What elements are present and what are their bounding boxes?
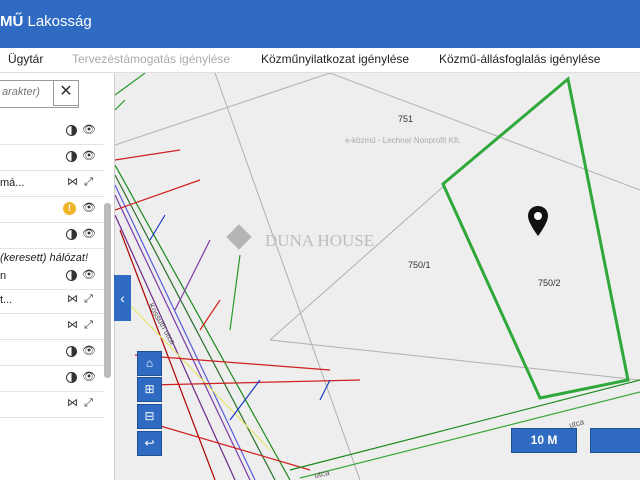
layer-row[interactable]: 👁 — [0, 366, 104, 392]
app-header: MŰ Lakosság — [0, 0, 640, 48]
collapse-panel-button[interactable]: ‹ — [114, 275, 131, 321]
zoom-in-icon: ⊞ — [144, 382, 155, 396]
logo-text: DUNA HOUSE — [265, 231, 374, 250]
map-view[interactable]: 751 750/1 750/2 e-közmű - Lechner Nonpro… — [115, 73, 640, 480]
layer-row[interactable]: t... ⋈ ⤢ — [0, 288, 104, 314]
home-button[interactable]: ⌂ — [137, 351, 162, 376]
map-watermark: e-közmű - Lechner Nonprofit Kft. — [345, 136, 461, 145]
zoom-out-button[interactable]: ⊟ — [137, 404, 162, 429]
visibility-eye-icon[interactable]: 👁 — [82, 150, 96, 163]
layer-label: má... — [0, 177, 25, 189]
scale-indicator: 10 M — [511, 428, 577, 453]
zoom-out-icon: ⊟ — [144, 409, 155, 423]
visibility-eye-icon[interactable]: 👁 — [82, 371, 96, 384]
layer-row[interactable]: má... ⋈ ⤢ — [0, 171, 104, 197]
visibility-eye-icon[interactable]: 👁 — [82, 202, 96, 215]
layer-row[interactable]: 👁 — [0, 145, 104, 171]
location-pin-icon[interactable] — [527, 205, 549, 242]
warning-icon[interactable]: ! — [63, 202, 76, 215]
visibility-eye-icon[interactable]: 👁 — [82, 269, 96, 282]
expand-icon[interactable]: ⤢ — [82, 176, 95, 189]
opacity-icon[interactable] — [66, 151, 77, 162]
expand-icon[interactable]: ⤢ — [82, 319, 95, 332]
opacity-icon[interactable] — [66, 372, 77, 383]
nav-tabs: Ügytár Tervezéstámogatás igénylése Közmű… — [0, 48, 640, 73]
tab-ugytar[interactable]: Ügytár — [8, 52, 43, 66]
clear-search-button[interactable]: ✕ — [53, 80, 79, 106]
layer-row[interactable]: 👁 — [0, 340, 104, 366]
share-icon[interactable]: ⋈ — [66, 293, 79, 306]
share-icon[interactable]: ⋈ — [66, 397, 79, 410]
parcel-label: 750/2 — [538, 278, 561, 288]
parcel-label: 750/1 — [408, 260, 431, 270]
tab-tervezestamogatas[interactable]: Tervezéstámogatás igénylése — [72, 52, 230, 66]
home-icon: ⌂ — [145, 356, 154, 370]
street-label: utca — [314, 468, 331, 480]
opacity-icon[interactable] — [66, 125, 77, 136]
share-icon[interactable]: ⋈ — [66, 319, 79, 332]
panel-scrollbar[interactable] — [104, 203, 111, 378]
layer-row[interactable]: ⋈ ⤢ — [0, 392, 104, 418]
layer-panel: ✕ 👁 👁 má... ⋈ ⤢ ! 👁 👁 (keresett) hálózat… — [0, 73, 115, 480]
layer-row[interactable]: n 👁 — [0, 264, 104, 290]
zoom-in-button[interactable]: ⊞ — [137, 377, 162, 402]
parcel-label: 751 — [398, 114, 413, 124]
layer-row[interactable]: ! 👁 — [0, 197, 104, 223]
layer-label: (keresett) hálózat! — [0, 252, 89, 264]
opacity-icon[interactable] — [66, 346, 77, 357]
opacity-icon[interactable] — [66, 229, 77, 240]
app-title: MŰ Lakosság — [0, 13, 92, 30]
layer-label: t... — [0, 294, 13, 306]
duna-house-logo: DUNA HOUSE — [226, 224, 374, 250]
expand-icon[interactable]: ⤢ — [82, 397, 95, 410]
back-button[interactable]: ↩ — [137, 431, 162, 456]
visibility-eye-icon[interactable]: 👁 — [82, 345, 96, 358]
layer-label: n — [0, 270, 7, 282]
layer-row[interactable]: 👁 — [0, 119, 104, 145]
opacity-icon[interactable] — [66, 270, 77, 281]
visibility-eye-icon[interactable]: 👁 — [82, 124, 96, 137]
map-canvas[interactable]: 751 750/1 750/2 e-közmű - Lechner Nonpro… — [115, 73, 640, 480]
tab-kozmu-allasfoglalas[interactable]: Közmű-állásfoglalás igénylése — [439, 52, 600, 66]
visibility-eye-icon[interactable]: 👁 — [82, 228, 96, 241]
tab-kozmunyilatkozat[interactable]: Közműnyilatkozat igénylése — [261, 52, 409, 66]
layer-row[interactable]: ⋈ ⤢ — [0, 314, 104, 340]
map-tool-button[interactable] — [590, 428, 640, 453]
expand-icon[interactable]: ⤢ — [82, 293, 95, 306]
share-icon[interactable]: ⋈ — [66, 176, 79, 189]
back-icon: ↩ — [144, 436, 155, 450]
